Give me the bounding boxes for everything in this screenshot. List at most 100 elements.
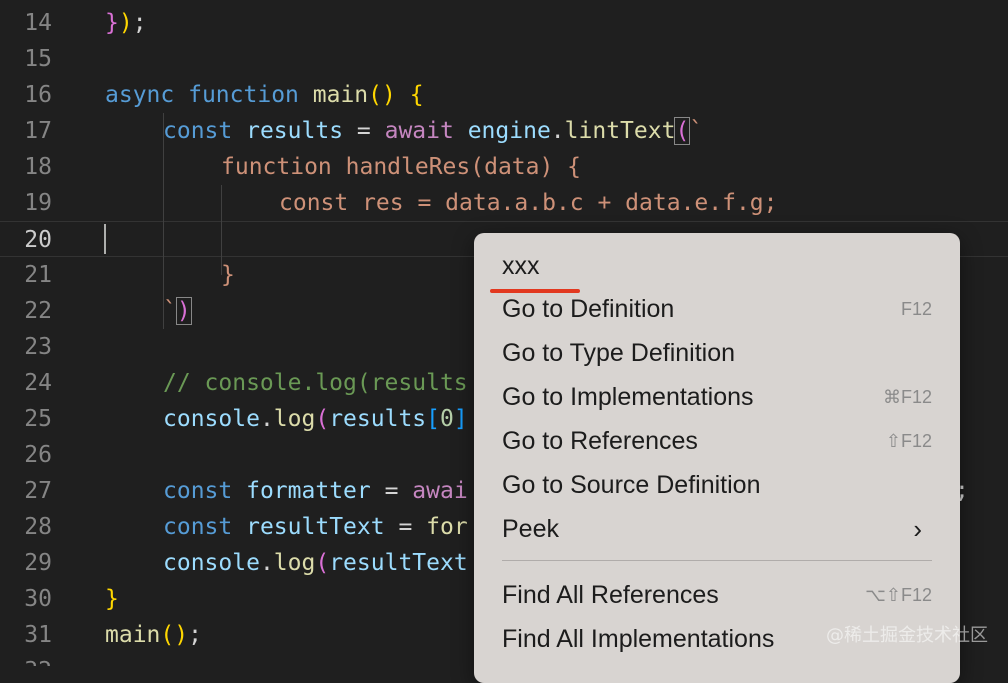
variable: resultText bbox=[246, 514, 385, 540]
dot: . bbox=[259, 550, 274, 576]
keyword-const: const bbox=[163, 118, 233, 144]
line-number: 30 bbox=[24, 586, 52, 612]
method: lintText bbox=[564, 118, 676, 144]
menu-item-go-to-type-definition[interactable]: Go to Type Definition bbox=[502, 331, 932, 375]
menu-item-label: Find All Implementations bbox=[502, 625, 775, 653]
parens: () bbox=[160, 622, 189, 648]
template-text: } bbox=[221, 262, 235, 288]
watermark: @稀土掘金技术社区 bbox=[826, 625, 988, 646]
keyword-function: function bbox=[188, 82, 299, 108]
line-number: 28 bbox=[24, 514, 52, 540]
code-line-17: 17 const results = await engine.lintText… bbox=[0, 113, 1008, 149]
menu-item-label: Peek bbox=[502, 515, 559, 543]
method: log bbox=[273, 406, 316, 432]
bracket: [ bbox=[426, 406, 440, 432]
line-number: 15 bbox=[24, 46, 52, 72]
operator: = bbox=[343, 118, 385, 144]
line-number: 21 bbox=[24, 262, 52, 288]
context-menu: xxx Go to Definition F12 Go to Type Defi… bbox=[474, 233, 960, 683]
shortcut-label: ⌥⇧F12 bbox=[865, 585, 932, 605]
line-number: 23 bbox=[24, 334, 52, 360]
variable: formatter bbox=[246, 478, 371, 504]
indent-guide bbox=[163, 113, 164, 329]
menu-separator bbox=[502, 560, 932, 561]
paren: ( bbox=[315, 406, 330, 432]
menu-item-find-all-references[interactable]: Find All References ⌥⇧F12 bbox=[502, 573, 932, 617]
code-line-18: 18 function handleRes(data) { bbox=[0, 149, 1008, 185]
operator: = bbox=[370, 478, 413, 504]
menu-item-go-to-references[interactable]: Go to References ⇧F12 bbox=[502, 419, 932, 463]
keyword-await: await bbox=[384, 118, 454, 144]
line-number: 14 bbox=[24, 10, 52, 36]
paren: ) bbox=[118, 10, 133, 36]
menu-item-go-to-implementations[interactable]: Go to Implementations ⌘F12 bbox=[502, 375, 932, 419]
template-tick: ` bbox=[689, 118, 704, 144]
code-line-15: 15 bbox=[0, 41, 1008, 77]
operator: = bbox=[384, 514, 427, 540]
variable: resultText bbox=[329, 550, 468, 576]
line-number: 26 bbox=[24, 442, 52, 468]
object: console bbox=[163, 550, 260, 576]
function-call: for bbox=[426, 514, 468, 540]
paren: ( bbox=[315, 550, 330, 576]
number: 0 bbox=[440, 406, 454, 432]
text-caret bbox=[104, 224, 106, 254]
paren: ( bbox=[674, 117, 691, 145]
code-line-14: 14 }); bbox=[0, 5, 1008, 41]
object: console bbox=[163, 406, 260, 432]
menu-item-label: Go to Implementations bbox=[502, 383, 754, 411]
keyword-const: const bbox=[163, 478, 233, 504]
indent-guide bbox=[221, 185, 222, 275]
brace: } bbox=[105, 10, 119, 36]
menu-item-label: Find All References bbox=[502, 581, 719, 609]
line-number: 27 bbox=[24, 478, 52, 504]
shortcut-label: F12 bbox=[900, 299, 932, 319]
line-number: 16 bbox=[24, 82, 52, 108]
line-number: 31 bbox=[24, 622, 52, 648]
line-number: 24 bbox=[24, 370, 52, 396]
line-number: 29 bbox=[24, 550, 52, 576]
semicolon: ; bbox=[132, 10, 147, 36]
menu-item-label: xxx bbox=[502, 252, 540, 280]
code-line-19: 19 const res = data.a.b.c + data.e.f.g; bbox=[0, 185, 1008, 221]
paren: ) bbox=[175, 297, 192, 325]
shortcut-label: ⌘F12 bbox=[882, 387, 932, 407]
line-number: 19 bbox=[24, 190, 52, 216]
menu-item-label: Go to References bbox=[502, 427, 698, 455]
annotation-underline bbox=[490, 289, 580, 293]
function-call: main bbox=[105, 622, 161, 648]
chevron-right-icon: › bbox=[913, 514, 922, 544]
variable: results bbox=[329, 406, 427, 432]
menu-item-xxx[interactable]: xxx bbox=[502, 244, 932, 288]
variable: results bbox=[246, 118, 344, 144]
semicolon: ; bbox=[188, 622, 202, 648]
keyword-await: awai bbox=[412, 478, 468, 504]
line-number: 22 bbox=[24, 298, 52, 324]
menu-item-go-to-definition[interactable]: Go to Definition F12 bbox=[502, 287, 932, 331]
keyword-async: async bbox=[105, 82, 175, 108]
keyword-const: const bbox=[163, 514, 233, 540]
template-text: const res = data.a.b.c + data.e.f.g; bbox=[279, 190, 778, 216]
line-number: 25 bbox=[24, 406, 52, 432]
object: engine bbox=[467, 118, 551, 144]
menu-item-go-to-source-definition[interactable]: Go to Source Definition bbox=[502, 463, 932, 507]
template-text: function handleRes(data) { bbox=[221, 154, 582, 180]
comment: // console.log(results bbox=[163, 370, 468, 396]
line-number: 32 bbox=[0, 653, 52, 666]
line-number: 20 bbox=[24, 227, 52, 253]
line-number: 18 bbox=[24, 154, 52, 180]
brace: } bbox=[105, 586, 119, 612]
method: log bbox=[273, 550, 316, 576]
bracket: ] bbox=[453, 406, 468, 432]
dot: . bbox=[259, 406, 274, 432]
function-name: main bbox=[312, 82, 369, 108]
dot: . bbox=[550, 118, 565, 144]
line-number: 17 bbox=[24, 118, 52, 144]
menu-item-peek[interactable]: Peek › bbox=[502, 507, 932, 551]
code-line-16: 16 async function main() { bbox=[0, 77, 1008, 113]
brace: { bbox=[409, 82, 424, 108]
parens: () bbox=[368, 82, 396, 108]
menu-item-label: Go to Source Definition bbox=[502, 471, 761, 499]
template-tick: ` bbox=[163, 298, 177, 324]
shortcut-label: ⇧F12 bbox=[885, 431, 932, 451]
